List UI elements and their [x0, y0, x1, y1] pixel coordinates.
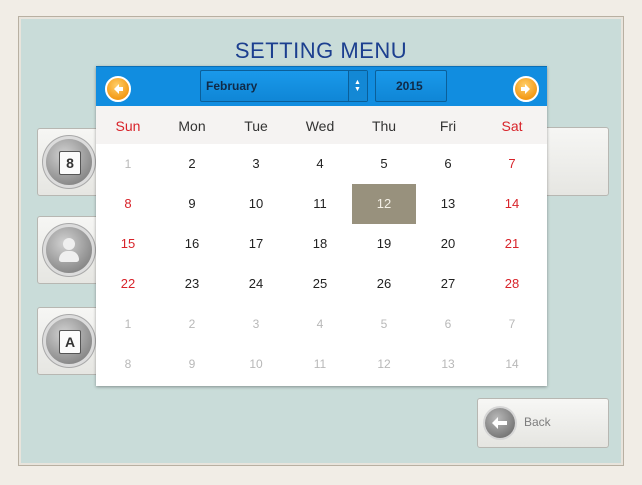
month-value: February: [206, 79, 258, 93]
day-cell[interactable]: 22: [96, 264, 160, 304]
day-cell[interactable]: 3: [224, 144, 288, 184]
weekday-label: Tue: [244, 118, 268, 134]
calendar-header: February ▲ ▼ 2015: [96, 66, 547, 107]
user-head: [63, 238, 75, 250]
month-spinner-icon[interactable]: ▲ ▼: [348, 71, 367, 101]
day-cell[interactable]: 21: [480, 224, 544, 264]
weekday-label: Fri: [439, 118, 457, 134]
day-cell[interactable]: 4: [288, 144, 352, 184]
weekday-label: Sun: [115, 118, 141, 134]
font-glyph: A: [59, 330, 81, 354]
weekday-label: Wed: [305, 118, 335, 134]
day-cell[interactable]: 14: [480, 184, 544, 224]
day-cell[interactable]: 27: [416, 264, 480, 304]
adjacent-month-day[interactable]: 1: [96, 304, 160, 344]
adjacent-month-day[interactable]: 2: [160, 304, 224, 344]
weekday-header-row: Sun Mon Tue Wed Thu Fri Sat: [96, 106, 547, 144]
year-value: 2015: [396, 79, 423, 93]
weekday-label: Mon: [178, 118, 206, 134]
calendar-icon[interactable]: 8: [46, 139, 92, 185]
weekday-label: Thu: [371, 118, 397, 134]
back-label: Back: [524, 415, 551, 429]
day-cell[interactable]: 2: [160, 144, 224, 184]
adjacent-month-day[interactable]: 14: [480, 344, 544, 384]
day-cell[interactable]: 23: [160, 264, 224, 304]
day-cell[interactable]: 9: [160, 184, 224, 224]
day-cell[interactable]: 12: [352, 184, 416, 224]
day-cell[interactable]: 7: [480, 144, 544, 184]
day-cell[interactable]: 13: [416, 184, 480, 224]
prev-month-icon[interactable]: [105, 76, 131, 102]
adjacent-month-day[interactable]: 5: [352, 304, 416, 344]
user-body: [59, 251, 79, 262]
day-cell[interactable]: 25: [288, 264, 352, 304]
adjacent-month-day[interactable]: 12: [352, 344, 416, 384]
day-cell[interactable]: 20: [416, 224, 480, 264]
day-cell[interactable]: 19: [352, 224, 416, 264]
adjacent-month-day[interactable]: 10: [224, 344, 288, 384]
day-cell[interactable]: 28: [480, 264, 544, 304]
next-month-icon[interactable]: [513, 76, 539, 102]
adjacent-month-day[interactable]: 8: [96, 344, 160, 384]
day-cell[interactable]: 10: [224, 184, 288, 224]
page-title: SETTING MENU: [234, 38, 408, 63]
adjacent-month-day[interactable]: 7: [480, 304, 544, 344]
adjacent-month-day[interactable]: 4: [288, 304, 352, 344]
adjacent-month-day[interactable]: 1: [96, 144, 160, 184]
adjacent-month-day[interactable]: 13: [416, 344, 480, 384]
back-arrow-icon: [485, 408, 515, 438]
month-select[interactable]: February ▲ ▼: [200, 70, 368, 102]
calendar-glyph: 8: [59, 151, 81, 175]
day-cell[interactable]: 26: [352, 264, 416, 304]
user-icon[interactable]: [46, 227, 92, 273]
adjacent-month-day[interactable]: 6: [416, 304, 480, 344]
adjacent-month-day[interactable]: 9: [160, 344, 224, 384]
weekday-label: Sat: [501, 118, 523, 134]
adjacent-month-day[interactable]: 11: [288, 344, 352, 384]
day-cell[interactable]: 11: [288, 184, 352, 224]
day-cell[interactable]: 16: [160, 224, 224, 264]
day-cell[interactable]: 8: [96, 184, 160, 224]
adjacent-month-day[interactable]: 3: [224, 304, 288, 344]
day-cell[interactable]: 15: [96, 224, 160, 264]
day-cell[interactable]: 5: [352, 144, 416, 184]
calendar-popup: February ▲ ▼ 2015 Sun Mon Tue Wed Thu Fri Sat 1…: [96, 66, 547, 386]
day-cell[interactable]: 6: [416, 144, 480, 184]
back-button[interactable]: Back: [477, 398, 609, 448]
day-cell[interactable]: 18: [288, 224, 352, 264]
right-setting-card[interactable]: [540, 127, 609, 196]
day-cell[interactable]: 17: [224, 224, 288, 264]
font-icon[interactable]: A: [46, 318, 92, 364]
year-select[interactable]: 2015: [375, 70, 447, 102]
day-cell[interactable]: 24: [224, 264, 288, 304]
